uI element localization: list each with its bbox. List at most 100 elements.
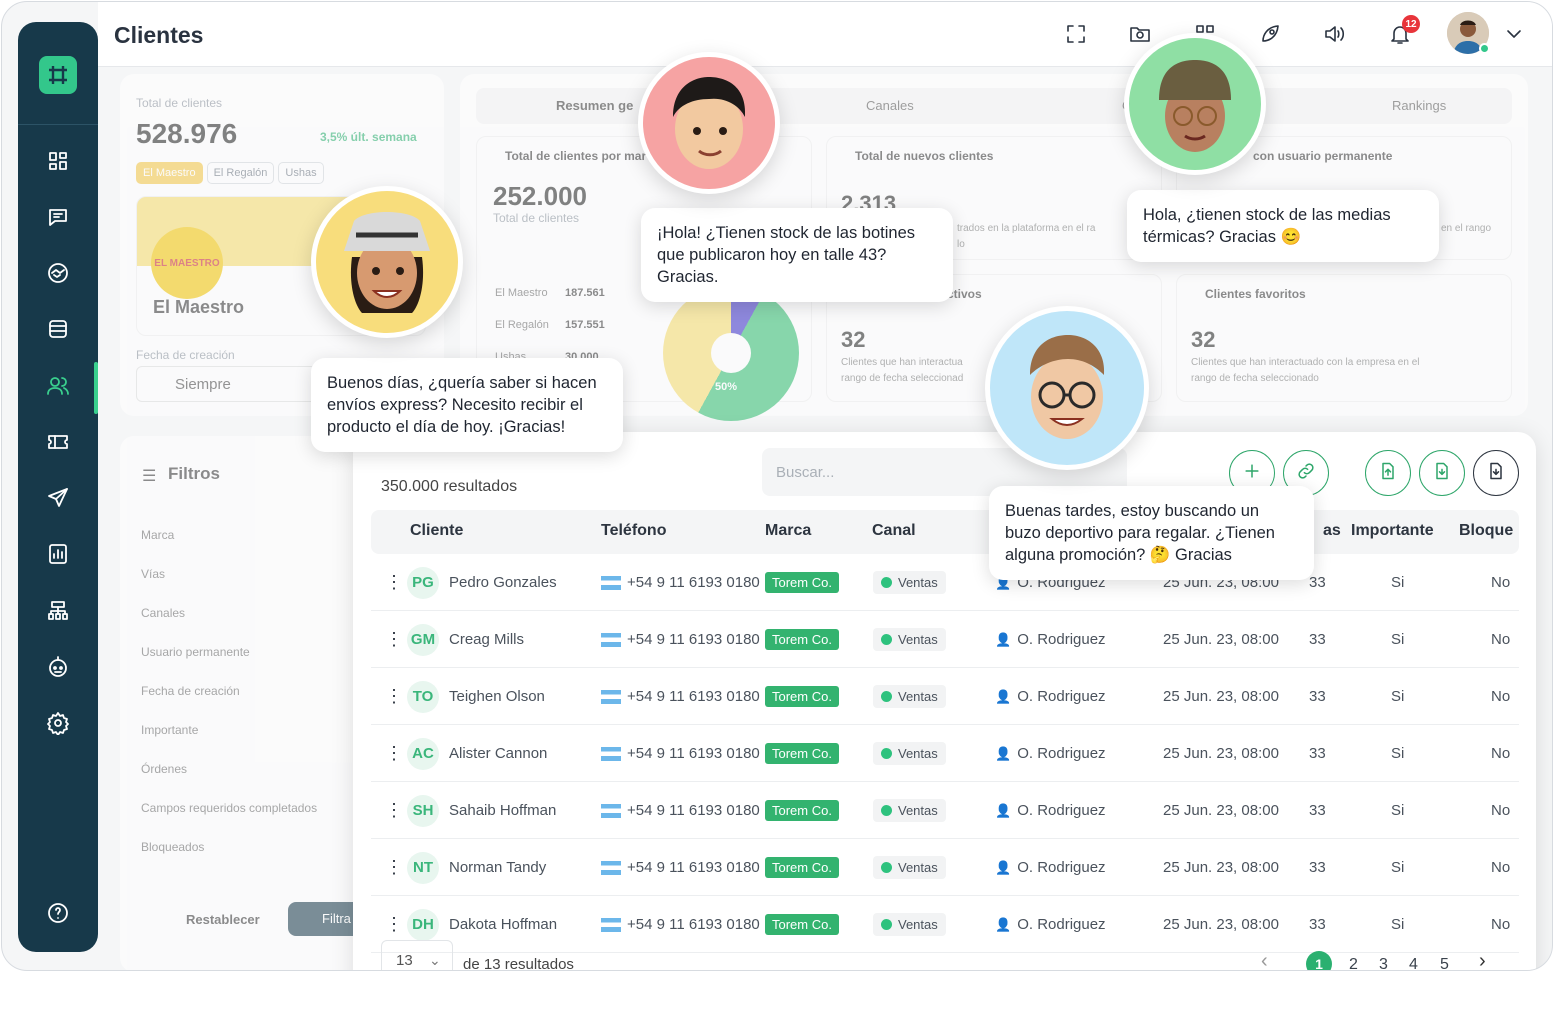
important-flag: Si [1391, 916, 1405, 933]
client-name[interactable]: Teighen Olson [449, 688, 545, 705]
next-page-icon[interactable]: › [1479, 950, 1486, 970]
important-flag: Si [1391, 745, 1405, 762]
nav-chats[interactable] [18, 197, 98, 241]
table-row[interactable]: ⋮ GM Creag Mills +54 9 11 6193 0180 Torem Co… [371, 611, 1519, 668]
assigned-agent: O. Rodriguez [1017, 802, 1106, 819]
nav-lists[interactable] [18, 309, 98, 353]
nav-dashboard[interactable] [18, 141, 98, 185]
col-importante[interactable]: Importante [1351, 522, 1434, 540]
filter-item[interactable]: Importante [141, 711, 317, 750]
page-5[interactable]: 5 [1440, 956, 1449, 970]
row-menu-icon[interactable]: ⋮ [385, 611, 403, 668]
client-name[interactable]: Sahaib Hoffman [449, 802, 556, 819]
argentina-flag-icon [601, 689, 621, 704]
growth-indicator: 3,5% últ. semana [320, 130, 417, 144]
fullscreen-icon[interactable] [1064, 22, 1088, 46]
results-count: 350.000 resultados [381, 478, 518, 495]
filter-item[interactable]: Fecha de creación [141, 672, 317, 711]
file-export-icon [1486, 461, 1506, 486]
table-row[interactable]: ⋮ AC Alister Cannon +54 9 11 6193 0180 Torem… [371, 725, 1519, 782]
reset-button[interactable]: Restablecer [186, 912, 260, 927]
nav-settings[interactable] [18, 703, 98, 747]
argentina-flag-icon [601, 632, 621, 647]
col-marca[interactable]: Marca [765, 522, 811, 540]
client-initials-avatar: TO [407, 680, 439, 713]
row-menu-icon[interactable]: ⋮ [385, 554, 403, 611]
client-name[interactable]: Alister Cannon [449, 745, 547, 762]
orders-count: 33 [1309, 688, 1326, 705]
table-row[interactable]: ⋮ TO Teighen Olson +54 9 11 6193 0180 Torem … [371, 668, 1519, 725]
col-ordenes[interactable]: as [1323, 522, 1341, 540]
card5-title: Clientes favoritos [1205, 287, 1306, 301]
download-file-button[interactable] [1419, 450, 1465, 496]
filter-item[interactable]: Marca [141, 516, 317, 555]
chip-ushas[interactable]: Ushas [278, 162, 324, 184]
table-header [371, 510, 1519, 554]
chip-el-maestro[interactable]: El Maestro [136, 162, 203, 184]
client-name[interactable]: Creag Mills [449, 631, 524, 648]
page-2[interactable]: 2 [1349, 956, 1358, 970]
nav-clientes[interactable] [18, 366, 98, 410]
page-4[interactable]: 4 [1409, 956, 1418, 970]
table-row[interactable]: ⋮ NT Norman Tandy +54 9 11 6193 0180 Torem C… [371, 839, 1519, 896]
row-menu-icon[interactable]: ⋮ [385, 782, 403, 839]
argentina-flag-icon [601, 917, 621, 932]
argentina-flag-icon [601, 575, 621, 590]
col-cliente[interactable]: Cliente [410, 522, 463, 540]
tab-rankings[interactable]: Rankings [1392, 98, 1446, 113]
filter-item[interactable]: Órdenes [141, 750, 317, 789]
legend-name-0: El Maestro [495, 287, 548, 299]
speaker-icon[interactable] [1322, 22, 1346, 46]
nav-campaigns[interactable] [18, 478, 98, 522]
client-name[interactable]: Pedro Gonzales [449, 574, 557, 591]
export-button[interactable] [1473, 450, 1519, 496]
card1-value: 252.000 [493, 181, 587, 211]
filter-item[interactable]: Canales [141, 594, 317, 633]
whatsapp-icon [881, 691, 892, 702]
channel-label: Ventas [898, 689, 938, 704]
chip-el-regalon[interactable]: El Regalón [206, 162, 275, 184]
nav-help[interactable] [18, 893, 98, 937]
row-menu-icon[interactable]: ⋮ [385, 725, 403, 782]
page-3[interactable]: 3 [1379, 956, 1388, 970]
col-telefono[interactable]: Teléfono [601, 522, 666, 540]
nav-reports[interactable] [18, 534, 98, 578]
filter-item[interactable]: Vías [141, 555, 317, 594]
client-phone: +54 9 11 6193 0180 [627, 631, 760, 648]
rocket-icon[interactable] [1258, 22, 1282, 46]
prev-page-icon[interactable]: ‹ [1261, 950, 1268, 970]
tab-canales[interactable]: Canales [866, 98, 914, 113]
client-phone: +54 9 11 6193 0180 [627, 802, 760, 819]
important-flag: Si [1391, 688, 1405, 705]
nav-bots[interactable] [18, 647, 98, 691]
client-name[interactable]: Norman Tandy [449, 859, 546, 876]
row-menu-icon[interactable]: ⋮ [385, 668, 403, 725]
legend-value-0: 187.561 [565, 287, 605, 299]
col-canal[interactable]: Canal [872, 522, 916, 540]
table-row[interactable]: ⋮ DH Dakota Hoffman +54 9 11 6193 0180 Torem… [371, 896, 1519, 953]
nav-structure[interactable] [18, 591, 98, 635]
page-size-select[interactable]: 13 [381, 940, 453, 970]
filters-title: Filtros [168, 464, 220, 483]
client-phone: +54 9 11 6193 0180 [627, 574, 760, 591]
channel-label: Ventas [898, 632, 938, 647]
tab-resumen[interactable]: Resumen ge [556, 98, 633, 113]
sliders-icon: ☰ [142, 468, 157, 485]
filter-item[interactable]: Usuario permanente [141, 633, 317, 672]
filter-list: Marca Vías Canales Usuario permanente Fe… [141, 516, 317, 867]
nav-tickets[interactable] [18, 422, 98, 466]
card2-subtitle: trados en la plataforma en el ra [957, 223, 1096, 234]
row-menu-icon[interactable]: ⋮ [385, 839, 403, 896]
table-row[interactable]: ⋮ PG Pedro Gonzales +54 9 11 6193 0180 Torem… [371, 554, 1519, 611]
app-logo[interactable] [39, 56, 77, 94]
filter-item[interactable]: Bloqueados [141, 828, 317, 867]
client-name[interactable]: Dakota Hoffman [449, 916, 557, 933]
page-1[interactable]: 1 [1306, 951, 1332, 970]
camera-folder-icon[interactable] [1128, 22, 1152, 46]
nav-deals[interactable] [18, 253, 98, 297]
chevron-down-icon[interactable] [1502, 22, 1526, 46]
upload-file-button[interactable] [1365, 450, 1411, 496]
table-row[interactable]: ⋮ SH Sahaib Hoffman +54 9 11 6193 0180 Torem… [371, 782, 1519, 839]
filter-item[interactable]: Campos requeridos completados [141, 789, 317, 828]
col-bloqueado[interactable]: Bloque [1459, 522, 1513, 540]
